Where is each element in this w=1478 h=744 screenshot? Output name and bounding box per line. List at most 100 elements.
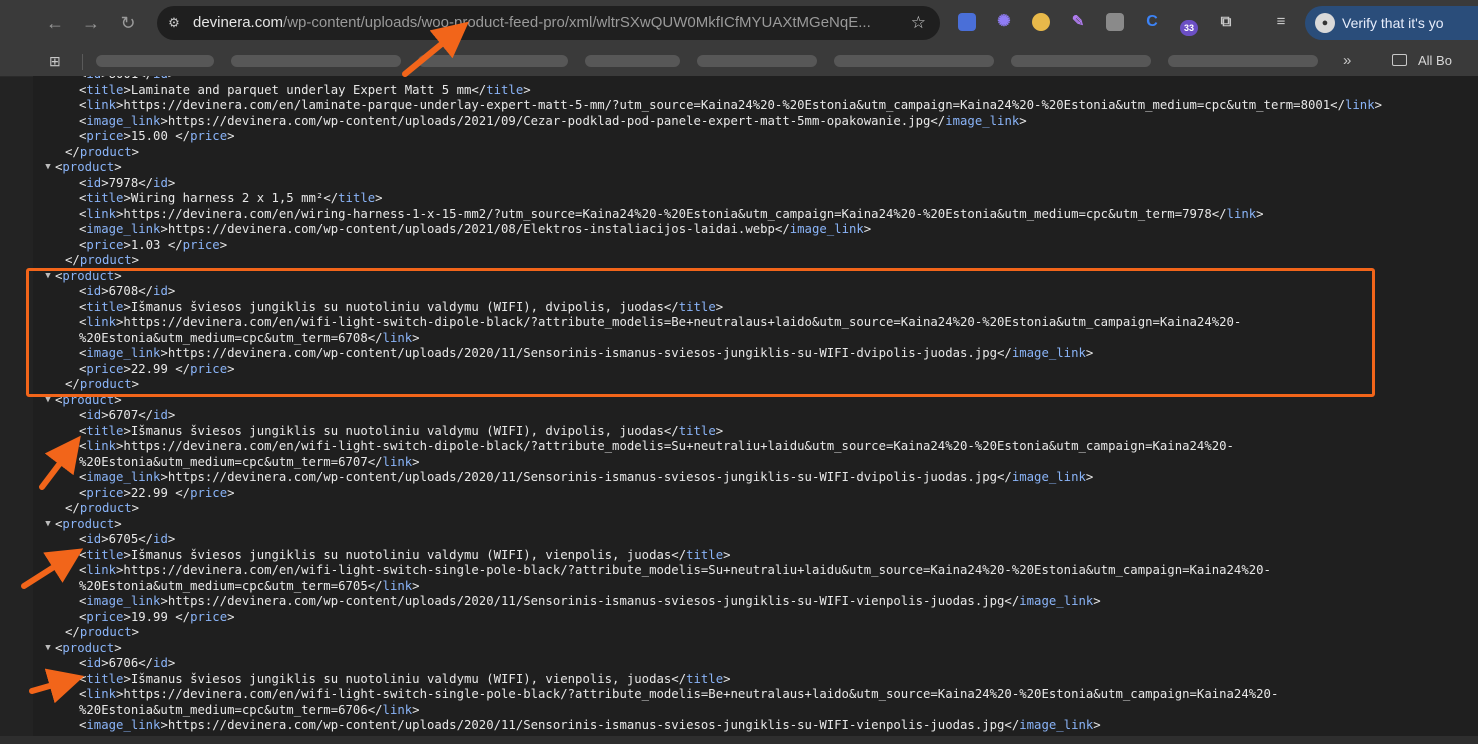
xml-line-text: <image_link>https://devinera.com/wp-cont… bbox=[79, 222, 872, 236]
xml-line: %20Estonia&utm_medium=cpc&utm_term=6705<… bbox=[79, 578, 420, 594]
xml-line-text: <title>Wiring harness 2 x 1,5 mm²</title… bbox=[79, 191, 383, 205]
bookmark-item[interactable] bbox=[1168, 55, 1318, 67]
xml-line-text: %20Estonia&utm_medium=cpc&utm_term=6707<… bbox=[79, 455, 420, 469]
xml-line-text: <image_link>https://devinera.com/wp-cont… bbox=[79, 114, 1027, 128]
reload-icon[interactable]: ↻ bbox=[116, 11, 140, 35]
xml-line: </product> bbox=[65, 144, 139, 160]
extension-icon[interactable]: ✺ bbox=[995, 13, 1013, 31]
xml-line: <id>6705</id> bbox=[79, 531, 175, 547]
xml-line-text: <image_link>https://devinera.com/wp-cont… bbox=[79, 470, 1094, 484]
xml-line: <title>Išmanus šviesos jungiklis su nuot… bbox=[79, 547, 731, 563]
xml-line: <id>6706</id> bbox=[79, 655, 175, 671]
extensions-puzzle-icon[interactable]: ⧉ bbox=[1217, 13, 1235, 31]
extension-badge[interactable]: 33 bbox=[1180, 20, 1198, 36]
collapse-toggle-icon[interactable]: ▼ bbox=[43, 516, 53, 532]
xml-line: ▼ <product> bbox=[45, 516, 122, 532]
xml-line: %20Estonia&utm_medium=cpc&utm_term=6706<… bbox=[79, 702, 420, 718]
apps-grid-icon[interactable]: ⊞ bbox=[49, 52, 61, 70]
avatar: ● bbox=[1315, 13, 1335, 33]
more-bookmarks-button[interactable]: » bbox=[1343, 51, 1351, 71]
xml-line: <link>https://devinera.com/en/wiring-har… bbox=[79, 206, 1264, 222]
star-icon[interactable]: ☆ bbox=[911, 13, 926, 33]
url-text[interactable]: devinera.com/wp-content/uploads/woo-prod… bbox=[193, 6, 871, 40]
xml-line: <image_link>https://devinera.com/wp-cont… bbox=[79, 717, 1101, 733]
xml-line: </product> bbox=[65, 252, 139, 268]
xml-line: </product> bbox=[65, 500, 139, 516]
xml-line: <image_link>https://devinera.com/wp-cont… bbox=[79, 593, 1101, 609]
highlight-box bbox=[26, 268, 1375, 397]
xml-line: <price>15.00 </price> bbox=[79, 128, 235, 144]
site-info-icon[interactable]: ⚙ bbox=[165, 14, 183, 32]
xml-line: <image_link>https://devinera.com/wp-cont… bbox=[79, 113, 1027, 129]
bookmark-item[interactable] bbox=[834, 55, 994, 67]
extension-icon[interactable]: ✎ bbox=[1069, 13, 1087, 31]
xml-line: <price>22.99 </price> bbox=[79, 485, 235, 501]
xml-line-text: <image_link>https://devinera.com/wp-cont… bbox=[79, 718, 1101, 732]
xml-line: ▼ <product> bbox=[45, 159, 122, 175]
url-host: devinera.com bbox=[193, 14, 284, 31]
bottom-strip bbox=[0, 736, 1478, 744]
bookmark-item[interactable] bbox=[418, 55, 568, 67]
bookmark-item[interactable] bbox=[585, 55, 680, 67]
xml-line-text: <link>https://devinera.com/en/laminate-p… bbox=[79, 98, 1383, 112]
browser-window: ← → ↻ ⚙ devinera.com/wp-content/uploads/… bbox=[0, 0, 1478, 744]
profile-verify-label: Verify that it's yo bbox=[1342, 15, 1444, 31]
xml-line-text: <product> bbox=[55, 641, 122, 655]
extension-icon[interactable] bbox=[1032, 13, 1050, 31]
xml-line-text: <product> bbox=[55, 517, 122, 531]
xml-line-text: <title>Išmanus šviesos jungiklis su nuot… bbox=[79, 424, 724, 438]
xml-line-text: <id>6706</id> bbox=[79, 656, 176, 670]
xml-line-text: <title>Išmanus šviesos jungiklis su nuot… bbox=[79, 672, 731, 686]
bookmark-item[interactable] bbox=[96, 55, 214, 67]
address-bar[interactable]: ⚙ devinera.com/wp-content/uploads/woo-pr… bbox=[157, 6, 940, 40]
bookmark-item[interactable] bbox=[697, 55, 817, 67]
profile-verify-button[interactable]: ● Verify that it's yo bbox=[1305, 6, 1478, 40]
xml-line-text: <link>https://devinera.com/en/wifi-light… bbox=[79, 687, 1279, 701]
forward-icon[interactable]: → bbox=[79, 11, 103, 35]
xml-line: <title>Laminate and parquet underlay Exp… bbox=[79, 82, 531, 98]
folder-icon bbox=[1392, 54, 1407, 66]
xml-line-text: <title>Išmanus šviesos jungiklis su nuot… bbox=[79, 548, 731, 562]
xml-line: <title>Išmanus šviesos jungiklis su nuot… bbox=[79, 671, 731, 687]
xml-line: <id>7978</id> bbox=[79, 175, 175, 191]
back-icon[interactable]: ← bbox=[43, 11, 67, 35]
extension-icon[interactable] bbox=[958, 13, 976, 31]
xml-line-text: <product> bbox=[55, 160, 122, 174]
xml-line: ▼ <product> bbox=[45, 640, 122, 656]
xml-line-text: %20Estonia&utm_medium=cpc&utm_term=6706<… bbox=[79, 703, 420, 717]
xml-line: <title>Išmanus šviesos jungiklis su nuot… bbox=[79, 423, 723, 439]
xml-line: <image_link>https://devinera.com/wp-cont… bbox=[79, 221, 871, 237]
xml-line-text: <price>19.99 </price> bbox=[79, 610, 235, 624]
xml-line-text: <price>22.99 </price> bbox=[79, 486, 235, 500]
bookmark-item[interactable] bbox=[231, 55, 401, 67]
xml-line-text: <id>6707</id> bbox=[79, 408, 176, 422]
xml-line-text: <id>6705</id> bbox=[79, 532, 176, 546]
reading-list-icon[interactable]: ≡ bbox=[1272, 13, 1290, 31]
xml-line: <image_link>https://devinera.com/wp-cont… bbox=[79, 469, 1093, 485]
xml-line-text: <id>8001</id> bbox=[79, 76, 175, 81]
collapse-toggle-icon[interactable]: ▼ bbox=[43, 640, 53, 656]
browser-toolbar: ← → ↻ ⚙ devinera.com/wp-content/uploads/… bbox=[0, 0, 1478, 46]
xml-line: </product> bbox=[65, 624, 139, 640]
xml-line-text: <title>Laminate and parquet underlay Exp… bbox=[79, 83, 531, 97]
url-path: /wp-content/uploads/woo-product-feed-pro… bbox=[283, 14, 871, 31]
xml-line-text: </product> bbox=[65, 625, 140, 639]
extension-icon[interactable]: C bbox=[1143, 13, 1161, 31]
xml-line: <price>19.99 </price> bbox=[79, 609, 235, 625]
xml-line: <link>https://devinera.com/en/laminate-p… bbox=[79, 97, 1382, 113]
collapse-toggle-icon[interactable]: ▼ bbox=[43, 159, 53, 175]
xml-line: <title>Wiring harness 2 x 1,5 mm²</title… bbox=[79, 190, 383, 206]
xml-viewer: <id>8001</id> <title>Laminate and parquet… bbox=[33, 76, 1478, 744]
bookmark-item[interactable] bbox=[1011, 55, 1151, 67]
xml-line-text: %20Estonia&utm_medium=cpc&utm_term=6705<… bbox=[79, 579, 420, 593]
xml-line-text: <link>https://devinera.com/en/wifi-light… bbox=[79, 439, 1234, 453]
xml-line: %20Estonia&utm_medium=cpc&utm_term=6707<… bbox=[79, 454, 420, 470]
all-bookmarks-label[interactable]: All Bo bbox=[1418, 52, 1452, 70]
bookmarks-bar: ⊞ » All Bo bbox=[0, 46, 1478, 77]
camera-icon[interactable] bbox=[1106, 13, 1124, 31]
xml-line: <link>https://devinera.com/en/wifi-light… bbox=[79, 438, 1234, 454]
xml-line-text: </product> bbox=[65, 145, 140, 159]
xml-line-text: <price>15.00 </price> bbox=[79, 129, 235, 143]
xml-line: <link>https://devinera.com/en/wifi-light… bbox=[79, 686, 1278, 702]
xml-line-text: </product> bbox=[65, 253, 140, 267]
